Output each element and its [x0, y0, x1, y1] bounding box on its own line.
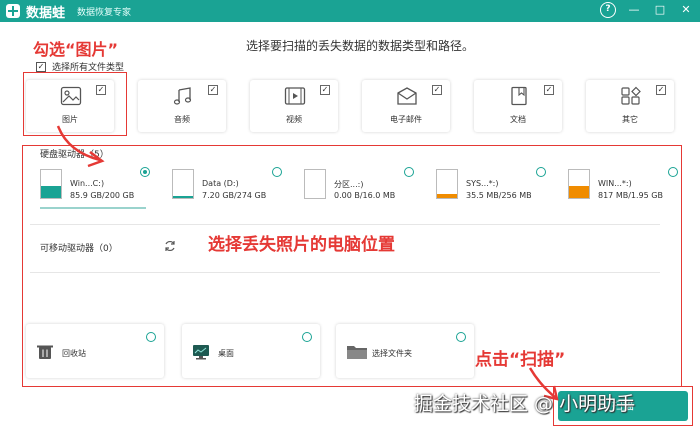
- watermark: 掘金技术社区 @ 小明助手: [414, 393, 636, 415]
- annotation-arrows: [56, 125, 559, 401]
